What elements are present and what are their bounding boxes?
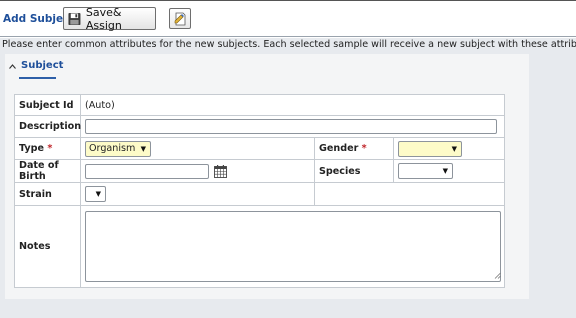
- document-edit-icon: [174, 12, 186, 25]
- type-label: Type *: [14, 137, 81, 160]
- notes-textarea[interactable]: [85, 211, 501, 282]
- type-required-mark: *: [47, 143, 53, 154]
- panel-title-underline: [19, 77, 56, 79]
- species-label: Species: [314, 159, 394, 183]
- gender-label: Gender *: [314, 137, 394, 160]
- species-cell: ▼: [392, 159, 506, 183]
- type-select[interactable]: Organism ▼: [85, 140, 151, 157]
- calendar-icon[interactable]: [214, 164, 227, 178]
- floppy-disk-icon: [68, 12, 81, 25]
- description-label: Description: [14, 115, 81, 138]
- row-type-gender: Type * Organism ▼ Gender * ▼: [14, 137, 506, 160]
- subject-panel-title[interactable]: Subject: [21, 60, 63, 71]
- subject-form: Subject Id (Auto) Description Type * Org…: [14, 94, 506, 288]
- type-label-text: Type: [19, 143, 45, 154]
- type-cell: Organism ▼: [80, 137, 315, 160]
- dob-label: Date of Birth: [14, 159, 81, 183]
- chevron-down-icon: ▼: [451, 144, 457, 153]
- row-dob-species: Date of Birth Species ▼: [14, 159, 506, 183]
- chevron-down-icon: ▼: [442, 167, 448, 175]
- strain-cell: ▼: [80, 182, 315, 206]
- instructions-text: Please enter common attributes for the n…: [2, 39, 576, 50]
- strain-label: Strain: [14, 182, 81, 206]
- row-strain: Strain ▼: [14, 182, 506, 206]
- type-select-value: Organism: [89, 143, 136, 154]
- dob-cell: [80, 159, 315, 183]
- empty-cell: [313, 182, 506, 206]
- resize-handle-icon[interactable]: [494, 272, 501, 279]
- strain-select[interactable]: ▼: [85, 186, 106, 202]
- gender-select[interactable]: ▼: [398, 140, 462, 157]
- row-subject-id: Subject Id (Auto): [14, 94, 506, 116]
- chevron-down-icon: ▼: [140, 144, 146, 153]
- gender-label-text: Gender: [319, 143, 359, 154]
- subject-id-value: (Auto): [79, 94, 506, 116]
- species-select[interactable]: ▼: [398, 163, 453, 179]
- caret-up-icon[interactable]: [9, 64, 16, 69]
- chevron-down-icon: ▼: [95, 190, 101, 198]
- save-assign-label: Save& Assign: [85, 5, 122, 32]
- notes-label: Notes: [14, 205, 81, 288]
- save-assign-button[interactable]: Save& Assign: [63, 5, 156, 32]
- description-input[interactable]: [85, 119, 497, 134]
- dob-wrap: [85, 163, 314, 179]
- toolbar-divider: [0, 36, 576, 37]
- note-button[interactable]: [169, 8, 191, 29]
- row-description: Description: [14, 115, 506, 138]
- row-notes: Notes: [14, 205, 506, 288]
- dob-input[interactable]: [85, 163, 209, 179]
- gender-cell: ▼: [392, 137, 506, 160]
- subject-id-label: Subject Id: [14, 94, 81, 116]
- subject-panel-header[interactable]: [5, 56, 529, 82]
- gender-required-mark: *: [361, 143, 367, 154]
- description-cell: [79, 115, 506, 138]
- notes-cell: [79, 205, 506, 288]
